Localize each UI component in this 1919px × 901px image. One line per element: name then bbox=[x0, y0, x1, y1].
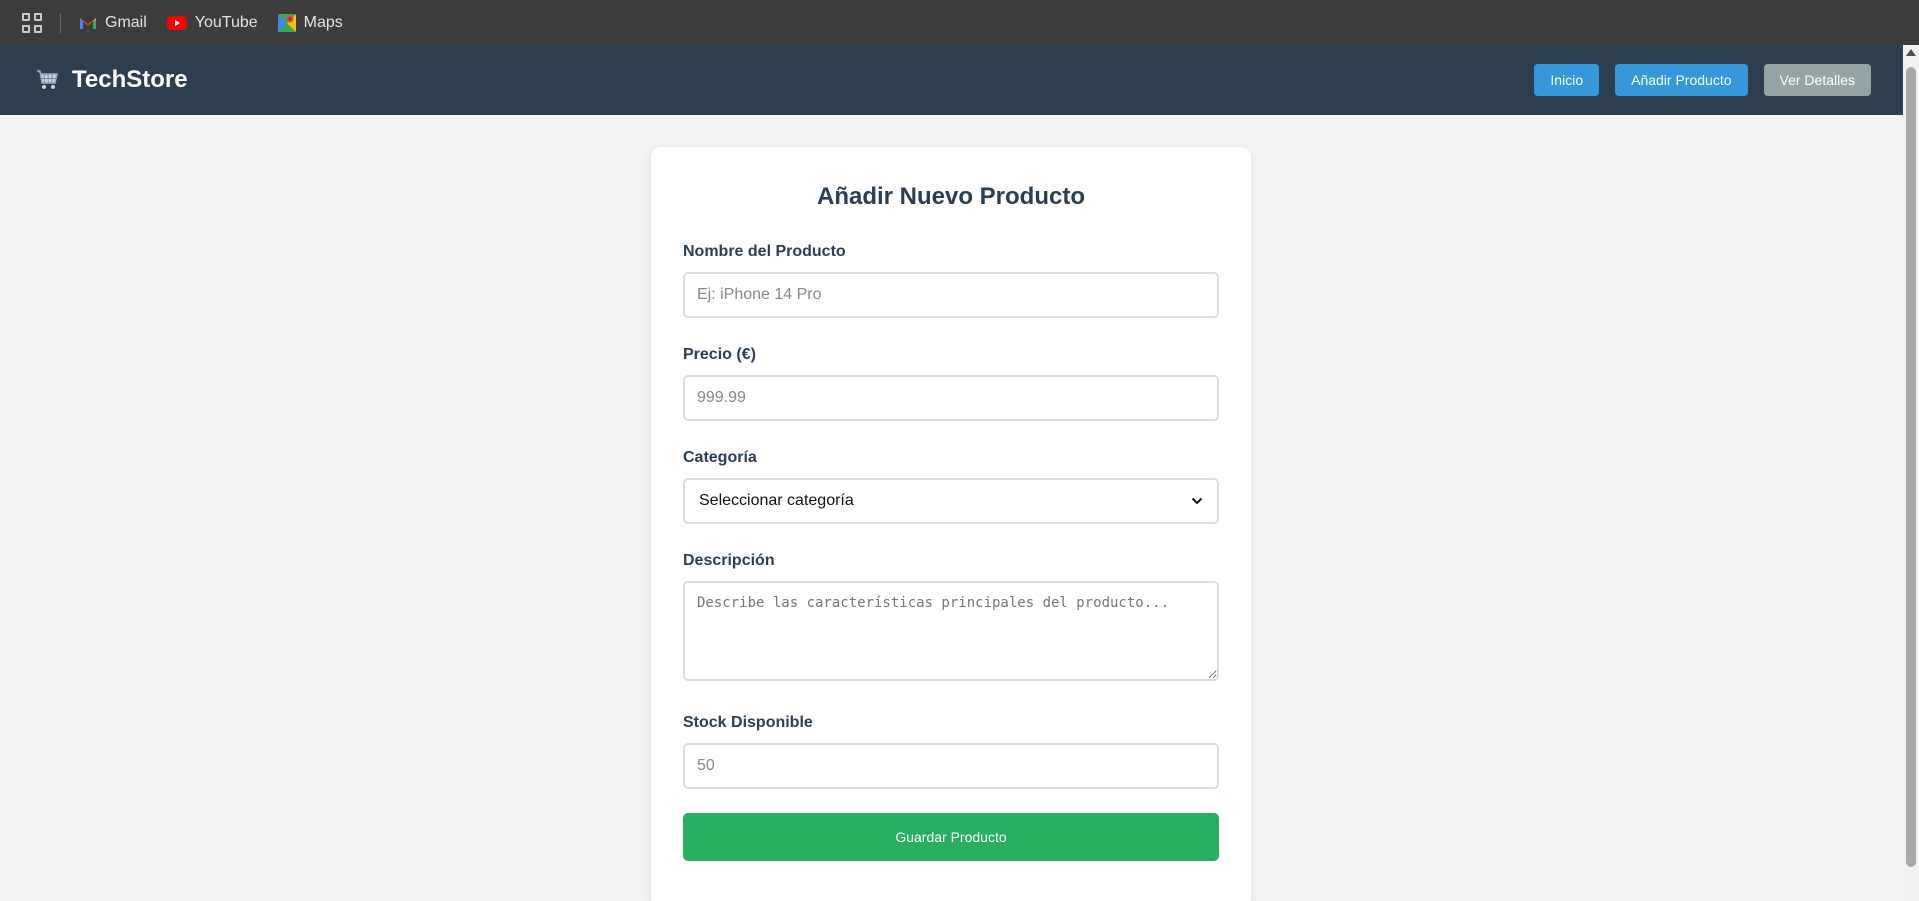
brand[interactable]: TechStore bbox=[36, 66, 188, 94]
price-label: Precio (€) bbox=[683, 346, 756, 363]
add-product-card: Añadir Nuevo Producto Nombre del Product… bbox=[651, 147, 1251, 901]
bookmarks-separator bbox=[60, 12, 61, 33]
name-label: Nombre del Producto bbox=[683, 243, 846, 260]
field-name: Nombre del Producto bbox=[683, 243, 1219, 318]
bookmarks-bar: Gmail YouTube Maps bbox=[0, 0, 1919, 45]
scroll-up-arrow-icon[interactable] bbox=[1906, 49, 1916, 56]
price-input[interactable] bbox=[683, 375, 1219, 421]
category-label: Categoría bbox=[683, 449, 757, 466]
gmail-icon bbox=[80, 17, 96, 29]
brand-name: TechStore bbox=[72, 66, 188, 93]
description-textarea[interactable] bbox=[683, 581, 1219, 681]
page-scrollbar[interactable] bbox=[1903, 45, 1919, 901]
maps-icon bbox=[277, 13, 296, 32]
bookmark-label: Gmail bbox=[105, 13, 147, 31]
youtube-icon bbox=[166, 15, 187, 30]
description-label: Descripción bbox=[683, 552, 775, 569]
bookmark-label: Maps bbox=[303, 13, 343, 31]
cart-icon bbox=[37, 70, 58, 89]
field-price: Precio (€) bbox=[683, 346, 1219, 421]
nav-buttons: Inicio Añadir Producto Ver Detalles bbox=[1534, 64, 1871, 96]
navbar: TechStore Inicio Añadir Producto Ver Det… bbox=[0, 45, 1903, 115]
home-button[interactable]: Inicio bbox=[1534, 64, 1600, 96]
product-name-input[interactable] bbox=[683, 272, 1219, 318]
stock-label: Stock Disponible bbox=[683, 714, 813, 731]
chevron-down-icon bbox=[1191, 497, 1203, 505]
scrollbar-thumb[interactable] bbox=[1906, 67, 1916, 867]
field-description: Descripción bbox=[683, 552, 1219, 686]
field-category: Categoría Seleccionar categoría bbox=[683, 449, 1219, 524]
add-product-button[interactable]: Añadir Producto bbox=[1615, 64, 1748, 96]
stock-input[interactable] bbox=[683, 743, 1219, 789]
category-select[interactable]: Seleccionar categoría bbox=[683, 478, 1219, 524]
bookmark-gmail[interactable]: Gmail bbox=[79, 14, 147, 32]
bookmark-label: YouTube bbox=[194, 13, 258, 31]
apps-grid-icon[interactable] bbox=[22, 12, 42, 33]
save-product-button[interactable]: Guardar Producto bbox=[683, 813, 1219, 861]
bookmark-maps[interactable]: Maps bbox=[277, 13, 343, 32]
field-stock: Stock Disponible bbox=[683, 714, 1219, 789]
view-details-button[interactable]: Ver Detalles bbox=[1763, 64, 1871, 96]
category-selected-value: Seleccionar categoría bbox=[699, 492, 854, 509]
bookmark-youtube[interactable]: YouTube bbox=[166, 13, 258, 32]
form-title: Añadir Nuevo Producto bbox=[816, 183, 1086, 210]
